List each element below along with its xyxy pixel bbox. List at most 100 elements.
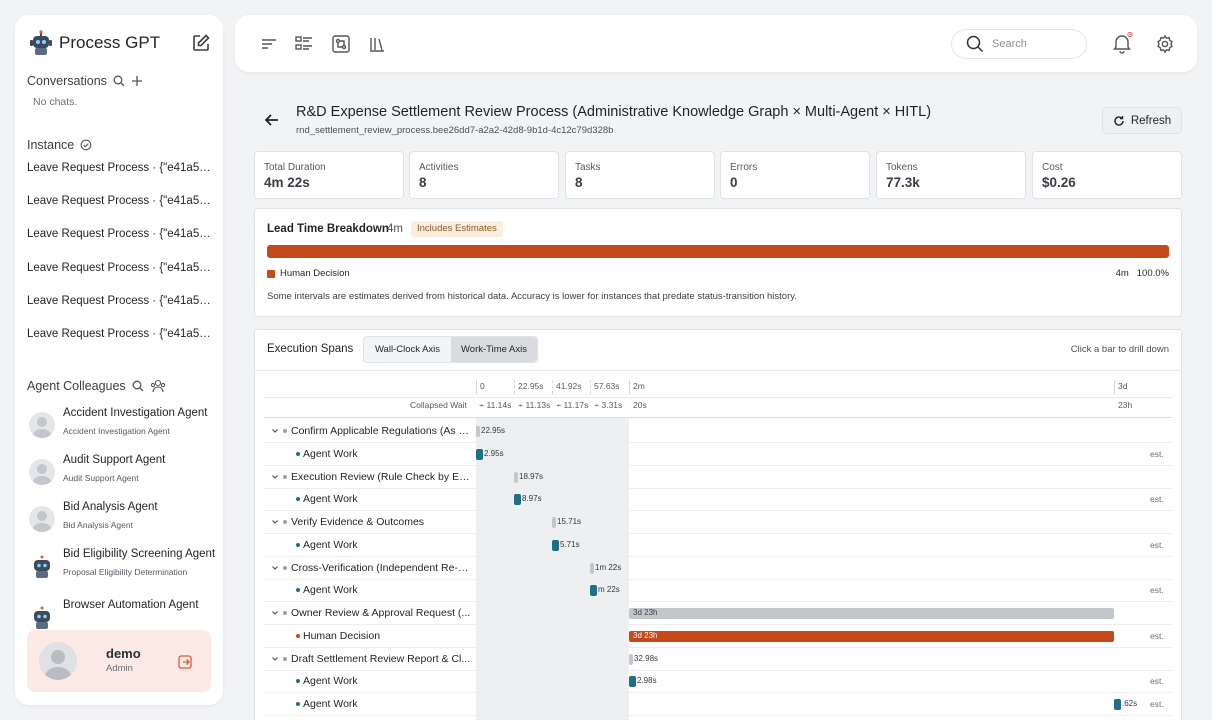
agent-name: Browser Automation Agent <box>63 599 199 611</box>
span-bar[interactable] <box>590 563 594 574</box>
estimate-flag: est. <box>1150 540 1164 550</box>
back-arrow-icon[interactable] <box>262 110 282 130</box>
lead-time-bar[interactable] <box>267 245 1169 258</box>
span-label[interactable]: Human Decision <box>303 630 471 642</box>
span-bar[interactable] <box>514 472 518 483</box>
span-label[interactable]: Agent Work <box>303 698 471 710</box>
span-label[interactable]: Owner Review & Approval Request (... <box>291 607 471 619</box>
search-box[interactable] <box>951 29 1087 59</box>
search-input[interactable] <box>992 38 1072 50</box>
instance-item[interactable]: Leave Request Process · {"e41a53... <box>27 162 213 174</box>
lead-time-summary: 4m 100.0% <box>1116 268 1169 279</box>
instance-item[interactable]: Leave Request Process · {"e41a53... <box>27 195 213 207</box>
stat-value: 8 <box>419 175 427 190</box>
chevron-down-icon[interactable] <box>271 473 279 481</box>
span-bar[interactable] <box>514 494 521 505</box>
chevron-down-icon[interactable] <box>271 609 279 617</box>
page-title: R&D Expense Settlement Review Process (A… <box>296 104 932 120</box>
bar-label: .62s <box>1122 699 1138 708</box>
span-label[interactable]: Agent Work <box>303 675 471 687</box>
estimate-badge: Includes Estimates <box>411 221 503 237</box>
chevron-down-icon[interactable] <box>271 518 279 526</box>
span-label[interactable]: Agent Work <box>303 448 471 460</box>
chevron-down-icon[interactable] <box>271 564 279 572</box>
stat-card: Total Duration 4m 22s <box>254 151 404 199</box>
span-label[interactable]: Agent Work <box>303 584 471 596</box>
tab-wall-clock[interactable]: Wall-Clock Axis <box>364 337 451 362</box>
span-bar[interactable] <box>629 654 633 665</box>
agent-name: Bid Analysis Agent <box>63 501 158 513</box>
span-label[interactable]: Execution Review (Rule Check by Ex... <box>291 471 471 483</box>
instance-item[interactable]: Leave Request Process · {"e41a53... <box>27 262 213 274</box>
list-icon[interactable] <box>294 34 314 54</box>
check-circle-icon[interactable] <box>80 139 92 151</box>
status-dot <box>283 429 287 433</box>
bar-label: 22.95s <box>481 426 506 435</box>
no-chats-text: No chats. <box>33 96 78 108</box>
row-divider <box>264 670 1172 671</box>
span-bar[interactable] <box>629 631 1114 642</box>
estimate-flag: est. <box>1150 699 1164 709</box>
robot-avatar-icon <box>29 553 55 579</box>
stat-label: Tokens <box>886 162 918 173</box>
row-divider <box>264 601 1172 602</box>
logout-icon[interactable] <box>177 654 193 670</box>
row-divider <box>264 692 1172 693</box>
span-label[interactable]: Confirm Applicable Regulations (As o... <box>291 425 471 437</box>
tab-work-time[interactable]: Work-Time Axis <box>451 337 537 362</box>
gear-icon[interactable] <box>1155 34 1175 54</box>
lead-time-duration: 4m <box>387 223 403 235</box>
bell-icon[interactable] <box>1111 32 1133 54</box>
span-label[interactable]: Draft Settlement Review Report & Cl... <box>291 653 471 665</box>
sidebar: Process GPT Conversations No chats. Inst… <box>15 15 223 705</box>
agent-item[interactable]: Audit Support Agent Audit Support Agent <box>29 454 219 494</box>
instance-item[interactable]: Leave Request Process · {"e41a53... <box>27 228 213 240</box>
people-icon[interactable] <box>150 379 166 393</box>
instance-label: Instance <box>27 138 75 152</box>
span-bar[interactable] <box>590 585 597 596</box>
span-bar[interactable] <box>629 676 636 687</box>
span-bar[interactable] <box>476 449 483 460</box>
search-icon[interactable] <box>132 380 144 392</box>
refresh-button[interactable]: Refresh <box>1102 107 1182 134</box>
agent-item[interactable]: Accident Investigation Agent Accident In… <box>29 407 219 447</box>
stat-card: Errors 0 <box>720 151 870 199</box>
status-dot <box>296 679 300 683</box>
graph-map-icon[interactable] <box>331 34 351 54</box>
conversations-label: Conversations <box>27 74 107 88</box>
span-label[interactable]: Agent Work <box>303 493 471 505</box>
divider <box>264 417 1172 418</box>
span-label[interactable]: Cross-Verification (Independent Re-J... <box>291 562 471 574</box>
plus-icon[interactable] <box>131 75 143 87</box>
bar-label: 2.95s <box>484 449 504 458</box>
tick-line <box>552 380 553 394</box>
agent-subtitle: Bid Analysis Agent <box>63 520 133 530</box>
instance-item[interactable]: Leave Request Process · {"e41a53... <box>27 328 213 340</box>
edit-icon[interactable] <box>191 33 211 53</box>
span-bar[interactable] <box>476 426 480 437</box>
span-bar[interactable] <box>552 517 556 528</box>
span-label[interactable]: Verify Evidence & Outcomes <box>291 516 471 528</box>
span-bar[interactable] <box>552 540 559 551</box>
drill-hint: Click a bar to drill down <box>1070 344 1169 355</box>
span-label[interactable]: Agent Work <box>303 539 471 551</box>
conversations-header: Conversations <box>27 74 143 88</box>
user-card[interactable]: demo Admin <box>27 630 211 692</box>
chevron-down-icon[interactable] <box>271 427 279 435</box>
search-icon[interactable] <box>113 75 125 87</box>
span-bar[interactable] <box>1114 699 1121 710</box>
search-icon <box>966 35 984 53</box>
status-dot <box>283 520 287 524</box>
instance-item[interactable]: Leave Request Process · {"e41a53... <box>27 295 213 307</box>
lead-time-note: Some intervals are estimates derived fro… <box>267 291 797 302</box>
estimate-flag: est. <box>1150 585 1164 595</box>
estimate-flag: est. <box>1150 676 1164 686</box>
status-dot <box>283 566 287 570</box>
agent-item[interactable]: Bid Eligibility Screening Agent Proposal… <box>29 548 219 588</box>
library-icon[interactable] <box>367 34 387 54</box>
agent-item[interactable]: Bid Analysis Agent Bid Analysis Agent <box>29 501 219 541</box>
chevron-down-icon[interactable] <box>271 655 279 663</box>
span-bar[interactable] <box>629 608 1114 619</box>
menu-lines-icon[interactable] <box>259 34 279 54</box>
tick-line <box>590 380 591 394</box>
